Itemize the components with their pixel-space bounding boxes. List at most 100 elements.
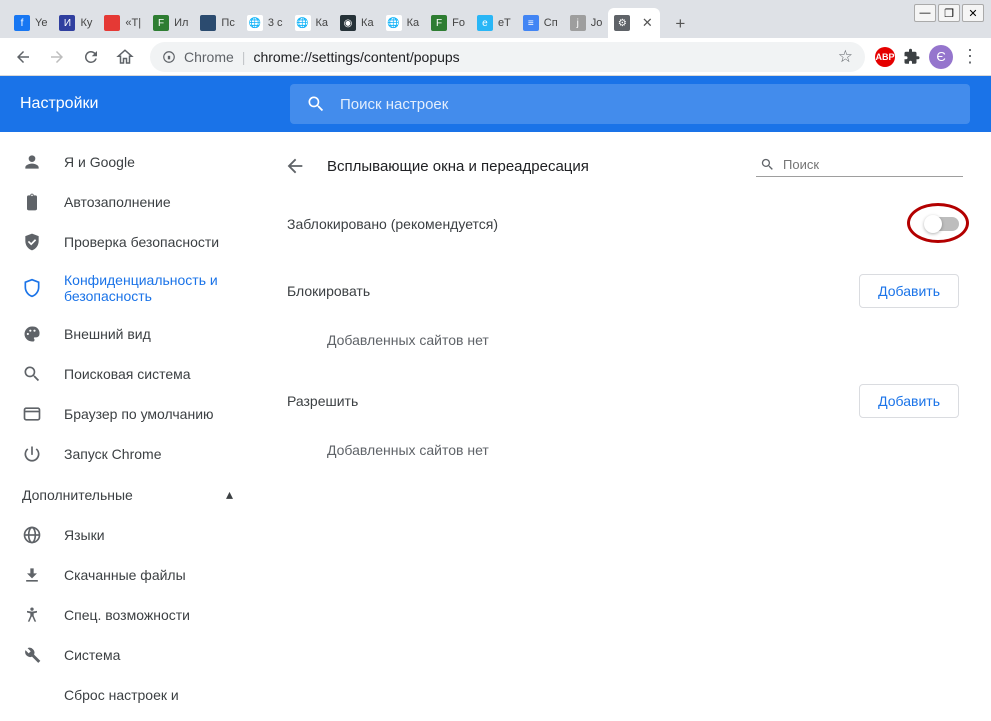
nav-home[interactable]: [110, 42, 140, 72]
browser-tab[interactable]: ⚙✕: [608, 8, 660, 38]
toggle-container: [925, 217, 959, 231]
browser-tab[interactable]: ◉Ка: [334, 8, 380, 38]
window-icon: [22, 404, 42, 424]
chevron-up-icon: ▴: [226, 486, 233, 503]
sidebar-item-label: Запуск Chrome: [64, 446, 161, 462]
sidebar-item-label: Сброс настроек и: [64, 687, 179, 703]
sidebar-section-advanced[interactable]: Дополнительные▴: [0, 474, 255, 515]
browser-tab[interactable]: ≡Сп: [517, 8, 564, 38]
person-icon: [22, 152, 42, 172]
sidebar-item[interactable]: Автозаполнение: [0, 182, 255, 222]
settings-search-input[interactable]: [340, 96, 954, 113]
tab-label: Fo: [452, 17, 465, 29]
tab-favicon: ◉: [340, 15, 356, 31]
nav-forward: [42, 42, 72, 72]
tab-close-icon[interactable]: ✕: [640, 16, 654, 30]
sidebar-item[interactable]: Браузер по умолчанию: [0, 394, 255, 434]
tab-label: eT: [498, 17, 511, 29]
browser-tab[interactable]: «Т|: [98, 8, 147, 38]
power-icon: [22, 444, 42, 464]
sidebar-item[interactable]: Скачанные файлы: [0, 555, 255, 595]
block-section-label: Блокировать: [287, 283, 370, 299]
allow-section-header: Разрешить Добавить: [283, 362, 963, 428]
blocked-toggle-row: Заблокировано (рекомендуется): [283, 196, 963, 252]
new-tab-button[interactable]: +: [666, 10, 694, 38]
sidebar-item[interactable]: Поисковая система: [0, 354, 255, 394]
sidebar-item[interactable]: Внешний вид: [0, 314, 255, 354]
add-allow-button[interactable]: Добавить: [859, 384, 959, 418]
address-url: chrome://settings/content/popups: [253, 49, 459, 65]
content-header: Всплывающие окна и переадресация: [283, 144, 963, 196]
browser-tab[interactable]: Пс: [194, 8, 240, 38]
sidebar-item-label: Внешний вид: [64, 326, 151, 342]
browser-tab[interactable]: eeT: [471, 8, 517, 38]
tab-favicon: F: [153, 15, 169, 31]
settings-search[interactable]: [290, 84, 970, 124]
sidebar-item[interactable]: Проверка безопасности: [0, 222, 255, 262]
content-search-input[interactable]: [783, 157, 959, 172]
tab-label: Ка: [316, 17, 329, 29]
address-sep: |: [242, 49, 246, 65]
address-scheme: Chrome: [184, 49, 234, 65]
tab-favicon: И: [59, 15, 75, 31]
browser-tab[interactable]: fYe: [8, 8, 53, 38]
browser-tab[interactable]: ИКу: [53, 8, 98, 38]
search-icon: [760, 157, 775, 172]
sidebar-item[interactable]: Я и Google: [0, 142, 255, 182]
download-icon: [22, 565, 42, 585]
sidebar-item[interactable]: Языки: [0, 515, 255, 555]
sidebar-item-label: Я и Google: [64, 154, 135, 170]
browser-tab[interactable]: jJo: [564, 8, 609, 38]
wrench-icon: [22, 645, 42, 665]
tab-strip: fYeИКу«Т|FИлПс🌐3 с🌐Ка◉Ка🌐КаFFoeeT≡СпjJo⚙…: [0, 0, 991, 38]
browser-tab[interactable]: 🌐 Ка: [289, 8, 335, 38]
extensions-icon[interactable]: [899, 44, 925, 70]
tab-favicon: 🌐: [247, 15, 263, 31]
nav-reload[interactable]: [76, 42, 106, 72]
tab-favicon: 🌐: [386, 15, 402, 31]
star-icon[interactable]: ☆: [838, 47, 853, 67]
address-bar[interactable]: Chrome | chrome://settings/content/popup…: [150, 42, 865, 72]
browser-tab[interactable]: 🌐Ка: [380, 8, 426, 38]
globe-icon: [22, 525, 42, 545]
sidebar-item-label: Проверка безопасности: [64, 234, 219, 250]
window-close[interactable]: ✕: [962, 4, 984, 22]
tab-favicon: 🌐: [295, 15, 311, 31]
sidebar-item[interactable]: Система: [0, 635, 255, 675]
sidebar-item-label: Языки: [64, 527, 105, 543]
clipboard-icon: [22, 192, 42, 212]
content-search[interactable]: [756, 155, 963, 177]
settings-title: Настройки: [20, 95, 250, 113]
back-arrow[interactable]: [283, 154, 307, 178]
tab-favicon: ≡: [523, 15, 539, 31]
tab-favicon: [104, 15, 120, 31]
browser-tab[interactable]: 🌐3 с: [241, 8, 289, 38]
tab-label: Jo: [591, 17, 603, 29]
settings-sidebar: Я и Google Автозаполнение Проверка безопас…: [0, 132, 255, 721]
browser-tab[interactable]: F Fo: [425, 8, 471, 38]
sidebar-item-label: Поисковая система: [64, 366, 191, 382]
sidebar-item[interactable]: Сброс настроек и: [0, 675, 255, 715]
nav-back[interactable]: [8, 42, 38, 72]
lock-icon: [162, 50, 176, 64]
tab-favicon: [200, 15, 216, 31]
profile-avatar[interactable]: Є: [929, 45, 953, 69]
sidebar-item[interactable]: Спец. возможности: [0, 595, 255, 635]
sidebar-item[interactable]: Конфиденциальность и безопасность: [0, 262, 255, 314]
menu-icon[interactable]: ⋮: [957, 44, 983, 70]
window-minimize[interactable]: —: [914, 4, 936, 22]
sidebar-item[interactable]: Запуск Chrome: [0, 434, 255, 474]
sidebar-item-label: Скачанные файлы: [64, 567, 186, 583]
page-title: Всплывающие окна и переадресация: [327, 158, 736, 175]
tab-label: Ил: [174, 17, 188, 29]
blocked-toggle[interactable]: [925, 217, 959, 231]
abp-extension-icon[interactable]: ABP: [875, 47, 895, 67]
tab-favicon: ⚙: [614, 15, 630, 31]
block-section-header: Блокировать Добавить: [283, 252, 963, 318]
window-maximize[interactable]: ❐: [938, 4, 960, 22]
add-block-button[interactable]: Добавить: [859, 274, 959, 308]
tab-favicon: F: [431, 15, 447, 31]
settings-content: Всплывающие окна и переадресация Заблоки…: [255, 132, 991, 721]
browser-tab[interactable]: F Ил: [147, 8, 194, 38]
search-icon: [306, 94, 326, 114]
